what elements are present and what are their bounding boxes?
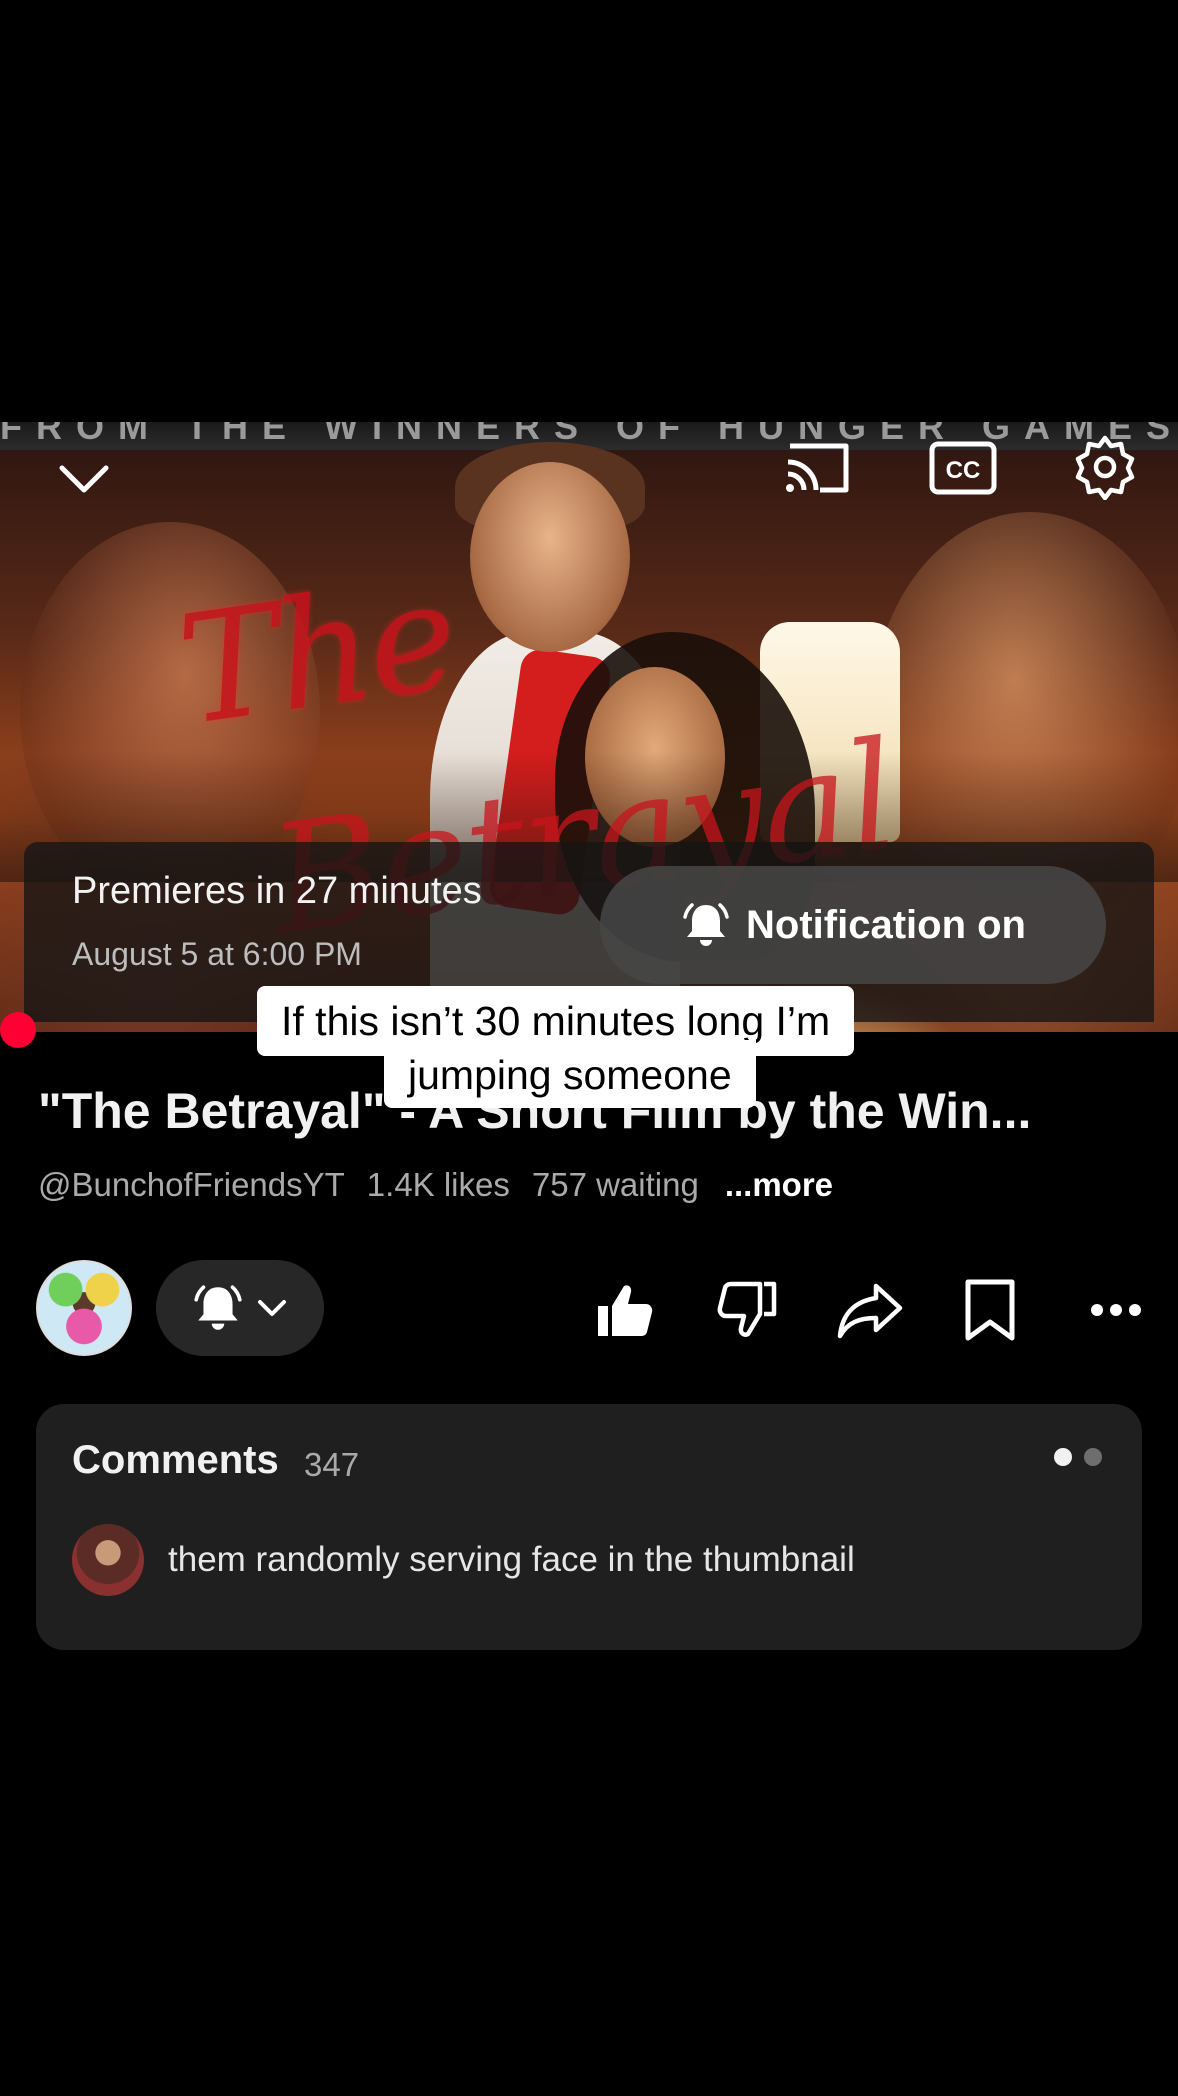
premiere-date: August 5 at 6:00 PM — [72, 936, 362, 972]
dislike-button[interactable] — [716, 1278, 780, 1347]
pager-dot-active — [1054, 1448, 1072, 1466]
youtube-watch-page: FROM THE WINNERS OF HUNGER GAMES The Bet… — [0, 0, 1178, 2096]
channel-avatar[interactable] — [36, 1260, 132, 1356]
subscription-bell-button[interactable] — [156, 1260, 324, 1356]
premiere-countdown: Premieres in 27 minutes — [72, 870, 482, 912]
comments-count: 347 — [304, 1446, 360, 1483]
share-button[interactable] — [836, 1278, 904, 1347]
commenter-avatar — [72, 1524, 144, 1596]
pager-dot-inactive — [1084, 1448, 1102, 1466]
video-metadata: @BunchofFriendsYT 1.4K likes 757 waiting… — [38, 1166, 833, 1204]
comments-pager[interactable] — [1054, 1448, 1102, 1466]
channel-handle[interactable]: @BunchofFriendsYT — [38, 1166, 345, 1204]
save-button[interactable] — [960, 1278, 1020, 1347]
bell-ringing-icon — [683, 903, 729, 946]
likes-count: 1.4K likes — [366, 1166, 510, 1203]
comments-title: Comments — [72, 1438, 279, 1482]
cc-icon[interactable]: CC — [928, 438, 998, 498]
cast-icon[interactable] — [782, 438, 854, 498]
more-horizontal-icon — [1091, 1304, 1141, 1316]
like-button[interactable] — [592, 1278, 656, 1347]
gear-icon[interactable] — [1072, 434, 1138, 500]
more-description-link[interactable]: ...more — [725, 1166, 833, 1204]
bell-ringing-icon — [194, 1285, 242, 1330]
thumbnail-title-art: The — [169, 548, 465, 760]
notification-label: Notification on — [746, 902, 1026, 947]
thumbnail-boy-face — [470, 462, 630, 652]
thumbs-down-icon — [717, 1281, 777, 1337]
top-comment-text: them randomly serving face in the thumbn… — [168, 1540, 855, 1579]
thumbs-up-icon — [598, 1285, 653, 1336]
comments-section[interactable]: Comments 347 them randomly serving face … — [36, 1404, 1142, 1650]
bookmark-icon — [965, 1279, 1015, 1341]
live-indicator-dot — [0, 1012, 36, 1048]
chevron-down-icon — [258, 1300, 286, 1316]
caption-line-2: jumping someone — [384, 1040, 756, 1108]
waiting-count: 757 waiting — [531, 1166, 699, 1203]
share-icon — [837, 1283, 903, 1339]
more-actions-button[interactable] — [1090, 1300, 1142, 1325]
chevron-down-icon[interactable] — [56, 458, 112, 498]
svg-text:CC: CC — [946, 457, 981, 484]
notification-on-button[interactable]: Notification on — [600, 866, 1106, 984]
